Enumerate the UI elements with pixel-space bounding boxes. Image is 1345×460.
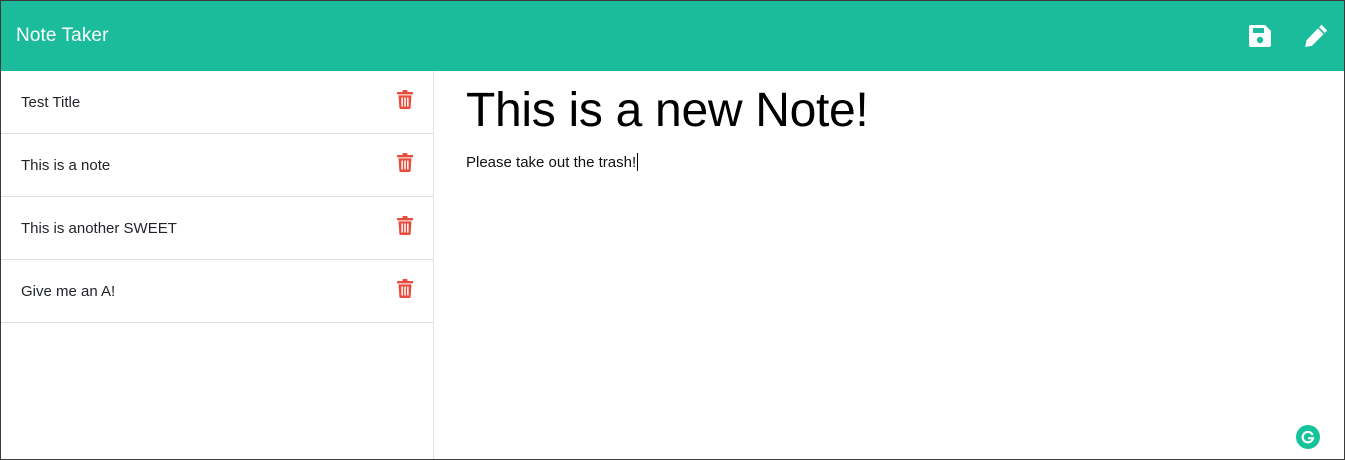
note-list-item-title: This is a note bbox=[21, 156, 111, 174]
delete-note-button[interactable] bbox=[396, 215, 414, 235]
app-window: Note Taker Test Title This is a note Thi… bbox=[0, 0, 1345, 460]
note-list: Test Title This is a note This is anothe… bbox=[1, 71, 434, 459]
navbar: Note Taker bbox=[1, 1, 1344, 71]
grammarly-button[interactable] bbox=[1296, 425, 1320, 449]
note-list-item-title: Give me an A! bbox=[21, 282, 116, 300]
trash-icon bbox=[397, 278, 413, 298]
note-title-input[interactable]: This is a new Note! bbox=[466, 83, 1313, 139]
delete-note-button[interactable] bbox=[396, 152, 414, 172]
delete-note-button[interactable] bbox=[396, 89, 414, 109]
list-item[interactable]: Test Title bbox=[1, 71, 433, 134]
grammarly-icon bbox=[1301, 430, 1315, 444]
trash-icon bbox=[397, 215, 413, 235]
list-item[interactable]: This is another SWEET bbox=[1, 197, 433, 260]
note-editor: This is a new Note! Please take out the … bbox=[435, 71, 1344, 459]
pencil-icon bbox=[1305, 24, 1328, 47]
note-text: Please take out the trash! bbox=[466, 153, 637, 171]
save-note-button[interactable] bbox=[1232, 1, 1288, 71]
list-item[interactable]: Give me an A! bbox=[1, 260, 433, 323]
trash-icon bbox=[397, 152, 413, 172]
note-list-item-title: This is another SWEET bbox=[21, 219, 177, 237]
app-title[interactable]: Note Taker bbox=[16, 25, 109, 47]
save-icon bbox=[1249, 25, 1271, 47]
text-cursor bbox=[637, 153, 639, 171]
trash-icon bbox=[397, 89, 413, 109]
delete-note-button[interactable] bbox=[396, 278, 414, 298]
new-note-button[interactable] bbox=[1288, 1, 1344, 71]
navbar-actions bbox=[1232, 1, 1344, 71]
note-text-area[interactable]: Please take out the trash! bbox=[466, 153, 639, 171]
note-list-item-title: Test Title bbox=[21, 93, 81, 111]
list-item[interactable]: This is a note bbox=[1, 134, 433, 197]
